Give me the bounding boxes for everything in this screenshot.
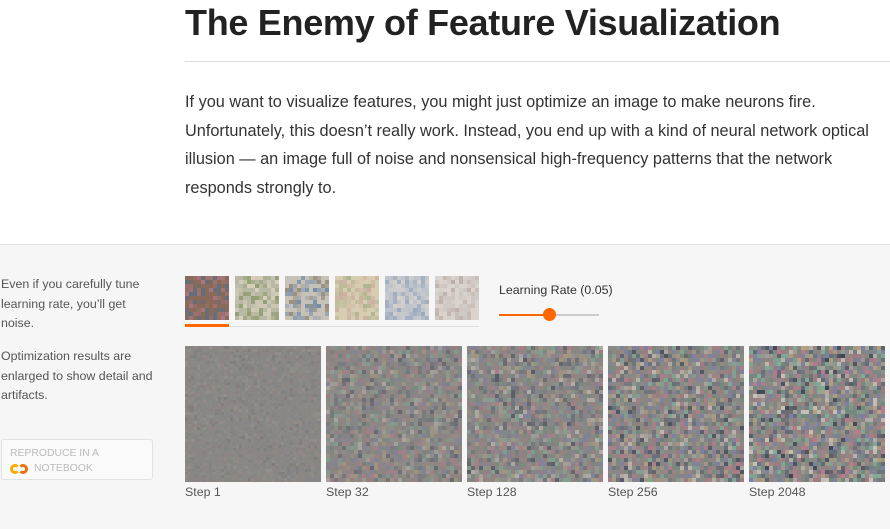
thumbnail-1[interactable] — [185, 276, 229, 320]
thumbnail-image — [385, 276, 429, 320]
thumbnail-3[interactable] — [285, 276, 329, 320]
colab-icon — [10, 463, 30, 475]
learning-rate-label: Learning Rate (0.05) — [499, 283, 613, 297]
reproduce-notebook-button[interactable]: Reproduce in a Notebook — [1, 439, 153, 480]
step-label: Step 2048 — [749, 485, 806, 499]
notebook-label: Notebook — [34, 463, 93, 474]
step-result: Step 32 — [326, 346, 462, 499]
caption-enlarged: Optimization results are enlarged to sho… — [1, 349, 153, 402]
thumbnail-2[interactable] — [235, 276, 279, 320]
title-divider — [185, 61, 890, 62]
step-image — [185, 346, 321, 482]
step-result: Step 2048 — [749, 346, 885, 499]
thumbnail-image — [435, 276, 479, 320]
article-title: The Enemy of Feature Visualization — [185, 2, 781, 43]
thumbnail-selected-indicator — [185, 324, 229, 327]
step-image — [467, 346, 603, 482]
step-label: Step 32 — [326, 485, 369, 499]
step-label: Step 256 — [608, 485, 658, 499]
thumbnail-4[interactable] — [335, 276, 379, 320]
thumbnail-selector — [185, 276, 479, 327]
step-result: Step 1 — [185, 346, 321, 499]
step-image — [749, 346, 885, 482]
slider-fill — [499, 314, 549, 316]
thumbnail-image — [185, 276, 229, 320]
thumbnail-5[interactable] — [385, 276, 429, 320]
thumbnail-6[interactable] — [435, 276, 479, 320]
thumbnail-image — [235, 276, 279, 320]
step-result: Step 256 — [608, 346, 744, 499]
intro-paragraph: If you want to visualize features, you m… — [185, 93, 869, 197]
step-image — [326, 346, 462, 482]
step-label: Step 128 — [467, 485, 517, 499]
slider-handle[interactable] — [542, 308, 556, 321]
caption-learning-rate: Even if you carefully tune learning rate… — [1, 277, 140, 330]
reproduce-label: Reproduce in a — [10, 448, 99, 459]
step-image — [608, 346, 744, 482]
step-result: Step 128 — [467, 346, 603, 499]
step-label: Step 1 — [185, 485, 221, 499]
figure-panel: Even if you carefully tune learning rate… — [0, 244, 890, 529]
thumbnail-image — [335, 276, 379, 320]
thumbnail-image — [285, 276, 329, 320]
learning-rate-slider[interactable] — [499, 308, 599, 321]
